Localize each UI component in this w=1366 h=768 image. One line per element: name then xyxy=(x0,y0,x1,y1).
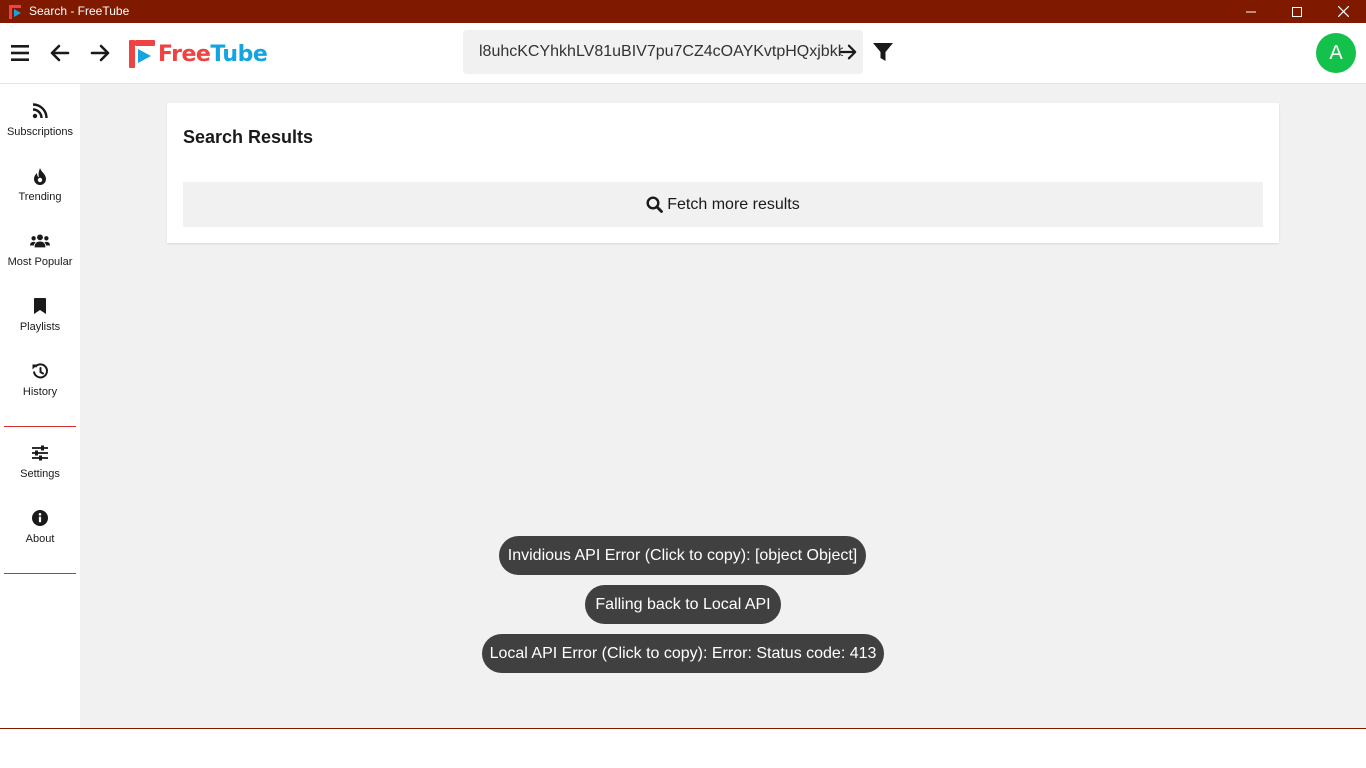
fetch-more-label: Fetch more results xyxy=(667,195,800,213)
menu-button[interactable] xyxy=(8,41,32,65)
sidebar-item-label: Settings xyxy=(20,468,60,480)
freetube-logo-icon xyxy=(129,40,155,68)
logo-text: FreeTube xyxy=(158,41,268,67)
sidebar-item-label: Subscriptions xyxy=(6,126,74,138)
logo-text-tube: Tube xyxy=(210,41,268,67)
sidebar-item-most-popular[interactable]: Most Popular xyxy=(0,214,80,274)
arrow-left-icon xyxy=(50,44,70,62)
forward-button[interactable] xyxy=(88,41,112,65)
search-results-card: Search Results Fetch more results xyxy=(167,103,1279,243)
logo-text-free: Free xyxy=(158,41,211,67)
bookmark-icon xyxy=(30,296,50,316)
rss-icon xyxy=(30,101,50,121)
sidebar-item-playlists[interactable]: Playlists xyxy=(0,279,80,339)
arrow-right-icon xyxy=(839,44,857,60)
window-titlebar: Search - FreeTube xyxy=(0,0,1366,23)
page-title: Search Results xyxy=(183,127,314,147)
fetch-more-results-button[interactable]: Fetch more results xyxy=(183,182,1263,227)
toast-message: Local API Error (Click to copy): Error: … xyxy=(489,644,877,662)
arrow-right-icon xyxy=(90,44,110,62)
top-navigation: FreeTube A xyxy=(0,23,1366,84)
minimize-icon xyxy=(1246,11,1256,12)
freetube-app-icon xyxy=(9,4,21,19)
search-box xyxy=(463,30,863,74)
filter-icon xyxy=(873,43,893,61)
sidebar-item-trending[interactable]: Trending xyxy=(0,149,80,209)
avatar-letter: A xyxy=(1329,41,1343,64)
search-filter-button[interactable] xyxy=(871,40,895,64)
minimize-button[interactable] xyxy=(1228,0,1274,23)
sidebar-item-label: About xyxy=(25,533,55,545)
toast-message: Falling back to Local API xyxy=(595,595,771,613)
window-title: Search - FreeTube xyxy=(29,4,130,18)
maximize-icon xyxy=(1292,6,1302,17)
main-content: Search Results Fetch more results xyxy=(80,84,1366,728)
search-input[interactable] xyxy=(463,30,843,74)
sliders-icon xyxy=(30,443,50,463)
search-icon xyxy=(646,196,664,213)
sidebar-item-label: History xyxy=(22,386,58,398)
sidebar-item-history[interactable]: History xyxy=(0,344,80,404)
toast-fallback[interactable]: Falling back to Local API xyxy=(585,585,781,624)
sidebar-item-subscriptions[interactable]: Subscriptions xyxy=(0,84,80,144)
fire-icon xyxy=(30,166,50,186)
window-controls xyxy=(1228,0,1366,23)
sidebar-item-settings[interactable]: Settings xyxy=(0,426,80,486)
window-bottom-area xyxy=(0,729,1366,768)
sidebar-item-label: Most Popular xyxy=(7,256,73,268)
close-icon xyxy=(1337,6,1349,17)
sidebar-item-label: Playlists xyxy=(19,321,61,333)
sidebar-item-about[interactable]: About xyxy=(0,491,80,551)
history-icon xyxy=(30,361,50,381)
toast-local-api-error[interactable]: Local API Error (Click to copy): Error: … xyxy=(482,634,884,673)
toast-message: Invidious API Error (Click to copy): [ob… xyxy=(507,546,858,564)
users-icon xyxy=(30,231,50,251)
close-window-button[interactable] xyxy=(1320,0,1366,23)
profile-avatar[interactable]: A xyxy=(1316,33,1356,73)
sidebar: Subscriptions Trending Most Popular Play… xyxy=(0,84,80,728)
info-icon xyxy=(30,508,50,528)
sidebar-divider xyxy=(4,573,76,574)
maximize-button[interactable] xyxy=(1274,0,1320,23)
toast-invidious-error[interactable]: Invidious API Error (Click to copy): [ob… xyxy=(499,536,866,575)
back-button[interactable] xyxy=(48,41,72,65)
search-submit-button[interactable] xyxy=(837,41,859,63)
freetube-logo[interactable]: FreeTube xyxy=(129,39,268,69)
hamburger-icon xyxy=(11,45,29,61)
sidebar-item-label: Trending xyxy=(18,191,62,203)
